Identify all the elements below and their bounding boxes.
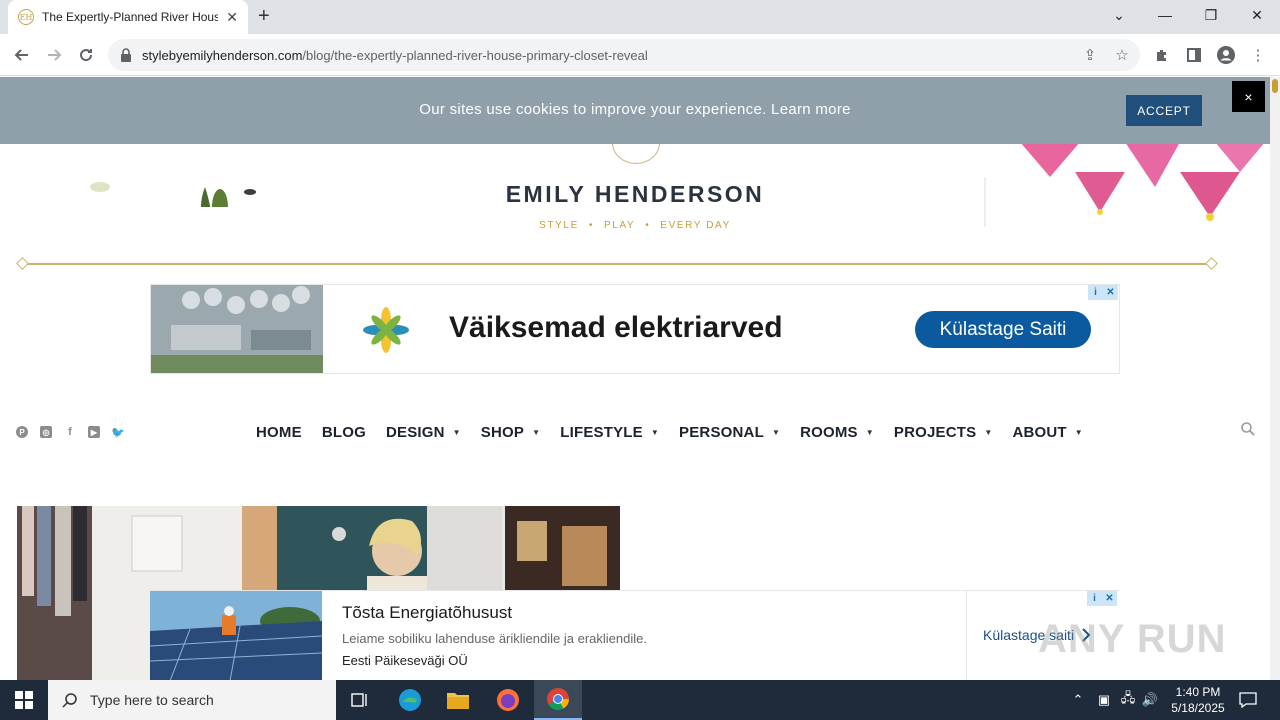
lock-icon[interactable] bbox=[120, 48, 132, 62]
nav-item-shop[interactable]: SHOP ▼ bbox=[481, 424, 540, 441]
site-favicon-icon: EH bbox=[18, 9, 34, 25]
ad-separator bbox=[966, 591, 967, 680]
ad-close-icon[interactable]: ✕ bbox=[1102, 591, 1117, 606]
tagline-word: EVERY DAY bbox=[660, 220, 731, 231]
restore-button[interactable]: ❐ bbox=[1188, 0, 1234, 30]
nav-item-lifestyle[interactable]: LIFESTYLE ▼ bbox=[560, 424, 659, 441]
file-explorer-icon[interactable] bbox=[434, 680, 482, 720]
caret-down-icon: ▼ bbox=[984, 427, 993, 437]
cookie-close-button[interactable]: × bbox=[1232, 81, 1265, 112]
edge-icon[interactable] bbox=[386, 680, 434, 720]
ad-info-icon[interactable]: i bbox=[1088, 285, 1103, 300]
extensions-icon[interactable] bbox=[1152, 45, 1172, 65]
search-icon[interactable] bbox=[1240, 421, 1256, 437]
taskbar-search[interactable]: Type here to search bbox=[48, 680, 336, 720]
web-page: Our sites use cookies to improve your ex… bbox=[0, 77, 1270, 680]
url-text: stylebyemilyhenderson.com/blog/the-exper… bbox=[142, 47, 648, 63]
divider-diamond-right bbox=[1205, 257, 1218, 270]
taskbar-clock[interactable]: 1:40 PM 5/18/2025 bbox=[1160, 684, 1236, 716]
tagline-word: PLAY bbox=[603, 220, 636, 231]
nav-item-home[interactable]: HOME bbox=[256, 424, 302, 441]
back-button[interactable] bbox=[10, 43, 34, 67]
ad-close-icon[interactable]: ✕ bbox=[1103, 285, 1118, 300]
ad-cta-button[interactable]: Külastage Saiti bbox=[915, 311, 1091, 348]
browser-tab[interactable]: EH The Expertly-Planned River House ✕ bbox=[8, 0, 248, 34]
scrollbar-thumb[interactable] bbox=[1272, 79, 1278, 93]
divider-diamond-left bbox=[16, 257, 29, 270]
start-button[interactable] bbox=[0, 680, 48, 720]
tab-close-icon[interactable]: ✕ bbox=[226, 9, 238, 25]
new-tab-button[interactable]: + bbox=[258, 6, 270, 26]
tab-strip: EH The Expertly-Planned River House ✕ + … bbox=[0, 0, 1280, 34]
site-tagline: STYLE • PLAY • EVERY DAY bbox=[539, 220, 731, 231]
nav-item-about[interactable]: ABOUT ▼ bbox=[1012, 424, 1082, 441]
volume-icon[interactable]: 🔊 bbox=[1140, 680, 1160, 720]
cookie-accept-button[interactable]: ACCEPT bbox=[1126, 95, 1202, 126]
tray-device-icon[interactable]: ▣ bbox=[1094, 680, 1114, 720]
ad-image-industrial bbox=[151, 285, 323, 373]
tab-search-icon[interactable]: ⌄ bbox=[1096, 0, 1142, 30]
banner-ad-bottom[interactable]: Tõsta Energiatõhusust Leiame sobiliku la… bbox=[150, 590, 1120, 680]
nav-item-projects[interactable]: PROJECTS ▼ bbox=[894, 424, 993, 441]
site-brand-logo[interactable]: EMILY HENDERSON bbox=[0, 181, 1270, 208]
caret-down-icon: ▼ bbox=[452, 427, 461, 437]
caret-down-icon: ▼ bbox=[865, 427, 874, 437]
ad-title[interactable]: Tõsta Energiatõhusust bbox=[342, 603, 512, 623]
caret-down-icon: ▼ bbox=[650, 427, 659, 437]
chrome-icon[interactable] bbox=[534, 680, 582, 720]
close-window-button[interactable]: ✕ bbox=[1234, 0, 1280, 30]
caret-down-icon: ▼ bbox=[771, 427, 781, 437]
firefox-icon[interactable] bbox=[484, 680, 532, 720]
tagline-word: STYLE bbox=[539, 220, 579, 231]
notification-icon[interactable] bbox=[1236, 680, 1260, 720]
nav-item-design[interactable]: DESIGN ▼ bbox=[386, 424, 461, 441]
search-icon bbox=[62, 693, 77, 708]
page-scrollbar[interactable] bbox=[1270, 77, 1280, 680]
advertiser-star-logo bbox=[363, 307, 409, 353]
twitter-icon[interactable]: 🐦 bbox=[111, 426, 125, 439]
ad-choices[interactable]: i ✕ bbox=[1087, 591, 1117, 606]
tray-chevron-up-icon[interactable]: ⌃ bbox=[1068, 680, 1088, 720]
main-navigation: HOME BLOG DESIGN ▼ SHOP ▼ LIFESTYLE ▼ PERSO… bbox=[256, 421, 1103, 443]
ad-headline[interactable]: Väiksemad elektriarved bbox=[449, 311, 783, 345]
browser-menu-icon[interactable]: ⋮ bbox=[1248, 45, 1268, 65]
windows-logo-icon bbox=[15, 691, 33, 709]
browser-toolbar: stylebyemilyhenderson.com/blog/the-exper… bbox=[0, 34, 1280, 76]
youtube-icon[interactable]: ▶ bbox=[88, 426, 100, 438]
tab-title: The Expertly-Planned River House bbox=[42, 10, 218, 24]
profile-avatar-icon[interactable] bbox=[1216, 45, 1236, 65]
anyrun-watermark: ANY RUN bbox=[1038, 617, 1227, 661]
nav-item-rooms[interactable]: ROOMS ▼ bbox=[800, 424, 874, 441]
ad-choices[interactable]: i ✕ bbox=[1088, 285, 1118, 300]
cookie-banner: Our sites use cookies to improve your ex… bbox=[0, 77, 1270, 144]
ad-description: Leiame sobiliku lahenduse ärikliendile j… bbox=[342, 631, 647, 646]
ad-advertiser: Eesti Päikeseväği OÜ bbox=[342, 653, 468, 668]
pinterest-icon[interactable]: P bbox=[16, 426, 28, 438]
cookie-message[interactable]: Our sites use cookies to improve your ex… bbox=[0, 101, 1270, 118]
taskbar-search-placeholder: Type here to search bbox=[90, 692, 214, 708]
caret-down-icon: ▼ bbox=[1074, 427, 1083, 437]
address-bar[interactable]: stylebyemilyhenderson.com/blog/the-exper… bbox=[108, 39, 1140, 71]
side-panel-icon[interactable] bbox=[1184, 45, 1204, 65]
facebook-icon[interactable]: f bbox=[64, 426, 76, 438]
share-icon[interactable]: ⇪ bbox=[1080, 45, 1100, 65]
instagram-icon[interactable]: ◎ bbox=[40, 426, 52, 438]
nav-item-personal[interactable]: PERSONAL ▼ bbox=[679, 424, 780, 441]
forward-button[interactable] bbox=[42, 43, 66, 67]
ad-info-icon[interactable]: i bbox=[1087, 591, 1102, 606]
windows-taskbar: Type here to search ⌃ ▣ 🖧 🔊 1:40 PM 5/18… bbox=[0, 680, 1280, 720]
network-icon[interactable]: 🖧 bbox=[1118, 680, 1138, 720]
nav-item-blog[interactable]: BLOG bbox=[322, 424, 366, 441]
task-view-icon[interactable] bbox=[336, 680, 384, 720]
reload-button[interactable] bbox=[74, 43, 98, 67]
minimize-button[interactable]: — bbox=[1142, 0, 1188, 30]
header-divider bbox=[22, 263, 1212, 265]
bookmark-star-icon[interactable]: ☆ bbox=[1112, 45, 1132, 65]
banner-ad-top[interactable]: Väiksemad elektriarved Külastage Saiti i… bbox=[150, 284, 1120, 374]
ad-image-solar-panels bbox=[150, 591, 322, 680]
caret-down-icon: ▼ bbox=[532, 427, 541, 437]
